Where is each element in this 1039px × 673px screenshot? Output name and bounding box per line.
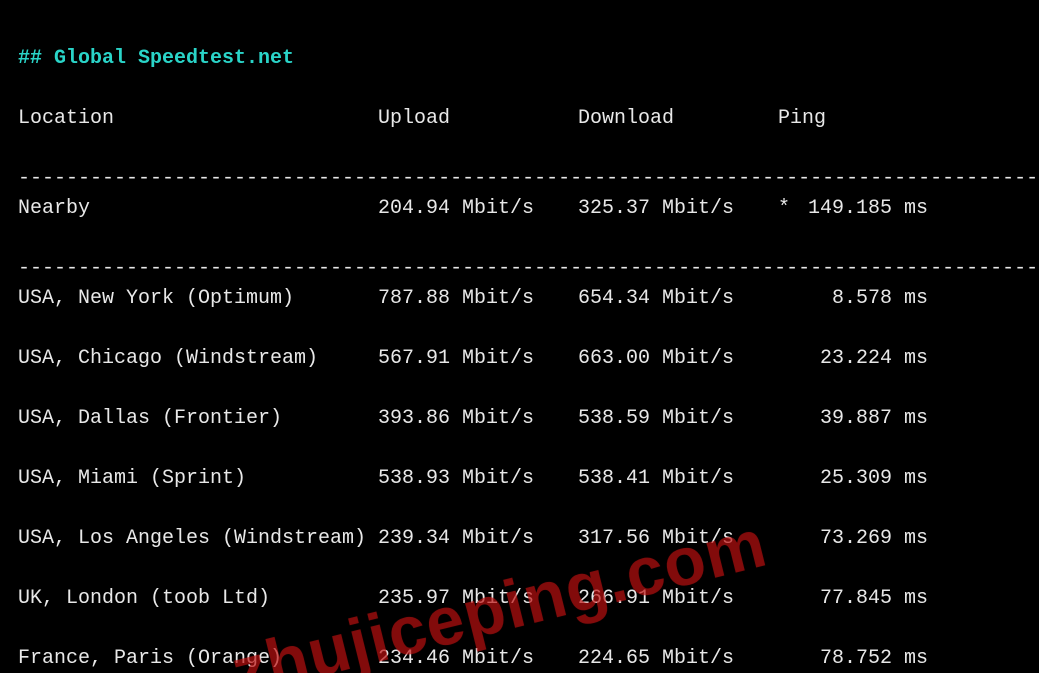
- cell-download: 538.41 Mbit/s: [578, 464, 778, 494]
- cell-location: USA, Chicago (Windstream): [18, 344, 378, 374]
- col-upload: Upload: [378, 104, 578, 134]
- cell-download: 266.91 Mbit/s: [578, 584, 778, 614]
- cell-download: 224.65 Mbit/s: [578, 644, 778, 673]
- nearby-download: 325.37 Mbit/s: [578, 194, 778, 224]
- nearby-row: Nearby204.94 Mbit/s325.37 Mbit/s* 149.18…: [18, 194, 1021, 224]
- cell-location: USA, Dallas (Frontier): [18, 404, 378, 434]
- terminal-output: ## Global Speedtest.net LocationUploadDo…: [0, 0, 1039, 673]
- cell-upload: 234.46 Mbit/s: [378, 644, 578, 673]
- divider: ----------------------------------------…: [18, 257, 1039, 280]
- table-header-row: LocationUploadDownloadPing: [18, 104, 1021, 134]
- cell-upload: 393.86 Mbit/s: [378, 404, 578, 434]
- nearby-ping: * 149.185 ms: [778, 194, 958, 224]
- cell-download: 538.59 Mbit/s: [578, 404, 778, 434]
- nearby-upload: 204.94 Mbit/s: [378, 194, 578, 224]
- cell-ping: 23.224 ms: [778, 344, 958, 374]
- col-download: Download: [578, 104, 778, 134]
- table-row: USA, Los Angeles (Windstream)239.34 Mbit…: [18, 524, 1021, 554]
- cell-upload: 567.91 Mbit/s: [378, 344, 578, 374]
- cell-location: USA, Los Angeles (Windstream): [18, 524, 378, 554]
- divider: ----------------------------------------…: [18, 167, 1039, 190]
- col-ping: Ping: [778, 104, 918, 134]
- cell-upload: 239.34 Mbit/s: [378, 524, 578, 554]
- cell-upload: 538.93 Mbit/s: [378, 464, 578, 494]
- cell-download: 654.34 Mbit/s: [578, 284, 778, 314]
- cell-ping: 39.887 ms: [778, 404, 958, 434]
- table-row: UK, London (toob Ltd)235.97 Mbit/s266.91…: [18, 584, 1021, 614]
- cell-download: 663.00 Mbit/s: [578, 344, 778, 374]
- nearby-location: Nearby: [18, 194, 378, 224]
- cell-ping: 78.752 ms: [778, 644, 958, 673]
- section-title: ## Global Speedtest.net: [18, 47, 294, 70]
- col-location: Location: [18, 104, 378, 134]
- ping-star-icon: *: [778, 194, 790, 224]
- cell-upload: 235.97 Mbit/s: [378, 584, 578, 614]
- table-row: USA, Dallas (Frontier)393.86 Mbit/s538.5…: [18, 404, 1021, 434]
- cell-location: UK, London (toob Ltd): [18, 584, 378, 614]
- cell-ping: 73.269 ms: [778, 524, 958, 554]
- table-row: USA, New York (Optimum)787.88 Mbit/s654.…: [18, 284, 1021, 314]
- table-row: France, Paris (Orange)234.46 Mbit/s224.6…: [18, 644, 1021, 673]
- cell-ping: 25.309 ms: [778, 464, 958, 494]
- table-row: USA, Miami (Sprint)538.93 Mbit/s538.41 M…: [18, 464, 1021, 494]
- cell-download: 317.56 Mbit/s: [578, 524, 778, 554]
- cell-location: USA, New York (Optimum): [18, 284, 378, 314]
- cell-ping: 77.845 ms: [778, 584, 958, 614]
- cell-ping: 8.578 ms: [778, 284, 958, 314]
- table-row: USA, Chicago (Windstream)567.91 Mbit/s66…: [18, 344, 1021, 374]
- cell-upload: 787.88 Mbit/s: [378, 284, 578, 314]
- cell-location: USA, Miami (Sprint): [18, 464, 378, 494]
- cell-location: France, Paris (Orange): [18, 644, 378, 673]
